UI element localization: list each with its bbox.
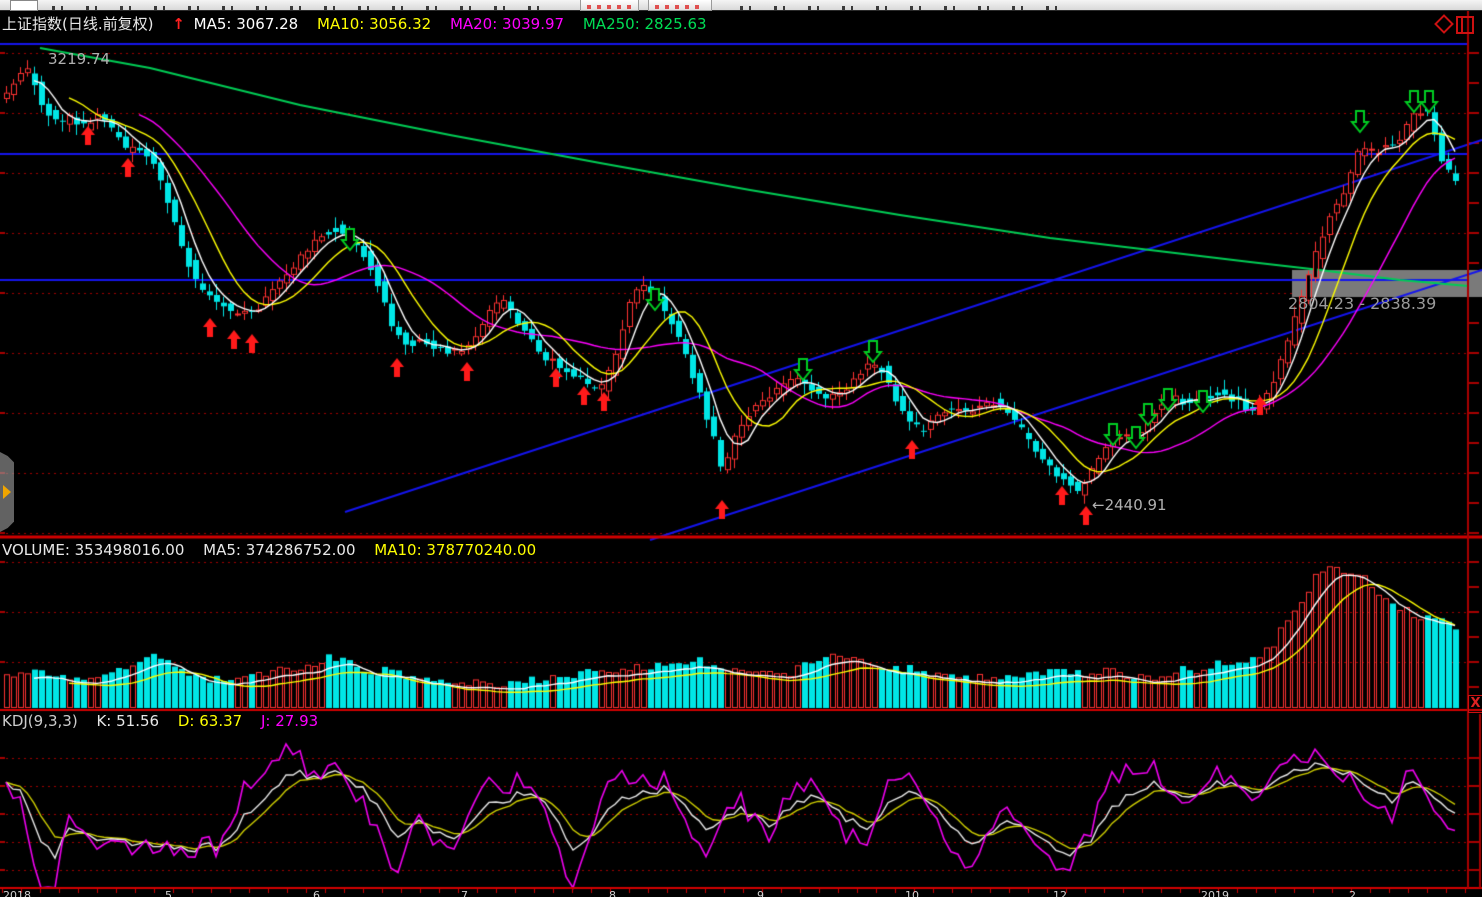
kdj-title: KDJ(9,3,3)	[2, 712, 78, 730]
menu-items-clipped-right[interactable]	[740, 6, 1070, 10]
menu-bar[interactable]	[0, 0, 1482, 11]
x-axis-label: 2018	[3, 889, 31, 897]
x-axis-label: 10	[905, 889, 919, 897]
price-range-annotation: 2804.23 - 2838.39	[1288, 294, 1436, 313]
x-axis-label: 5	[165, 889, 172, 897]
x-axis-label: 2019	[1201, 889, 1229, 897]
quote-button-2[interactable]	[648, 0, 712, 11]
menu-items-clipped[interactable]	[52, 6, 552, 10]
indicator-close-button[interactable]: X	[1468, 695, 1482, 713]
x-axis-label: 9	[757, 889, 764, 897]
x-axis-label: 2	[1349, 889, 1356, 897]
ma20-value: MA20: 3039.97	[450, 15, 564, 33]
symbol-title: 上证指数(日线.前复权)	[2, 15, 153, 33]
kdj-k-value: K: 51.56	[96, 712, 159, 730]
kdj-d-value: D: 63.37	[178, 712, 242, 730]
x-axis-label: 7	[461, 889, 468, 897]
x-axis-label: 12	[1053, 889, 1067, 897]
volume-pane-header: VOLUME: 353498016.00 MA5: 374286752.00 M…	[2, 541, 550, 559]
ma5-value: MA5: 3067.28	[194, 15, 299, 33]
split-window-icon[interactable]	[1456, 16, 1474, 34]
trading-app-window: 上证指数(日线.前复权) ↑ MA5: 3067.28 MA10: 3056.3…	[0, 0, 1482, 897]
kdj-pane-header: KDJ(9,3,3) K: 51.56 D: 63.37 J: 27.93	[2, 712, 332, 730]
volume-value: VOLUME: 353498016.00	[2, 541, 184, 559]
main-chart-header: 上证指数(日线.前复权) ↑ MA5: 3067.28 MA10: 3056.3…	[2, 13, 721, 34]
expand-arrow-icon	[3, 485, 11, 499]
main-chart-canvas[interactable]	[0, 0, 1482, 897]
ma250-value: MA250: 2825.63	[583, 15, 707, 33]
x-axis-label: 8	[609, 889, 616, 897]
volume-ma10-value: MA10: 378770240.00	[374, 541, 536, 559]
up-arrow-icon: ↑	[172, 15, 185, 33]
x-axis-label: 6	[313, 889, 320, 897]
quote-button-1[interactable]	[580, 0, 639, 11]
volume-ma5-value: MA5: 374286752.00	[203, 541, 355, 559]
kdj-j-value: J: 27.93	[261, 712, 318, 730]
menu-logo-icon[interactable]	[10, 0, 38, 11]
ma10-value: MA10: 3056.32	[317, 15, 431, 33]
sidebar-expand-tab[interactable]	[0, 452, 14, 532]
high-price-annotation: 3219.74	[48, 50, 110, 68]
low-price-annotation: ←2440.91	[1092, 496, 1167, 514]
